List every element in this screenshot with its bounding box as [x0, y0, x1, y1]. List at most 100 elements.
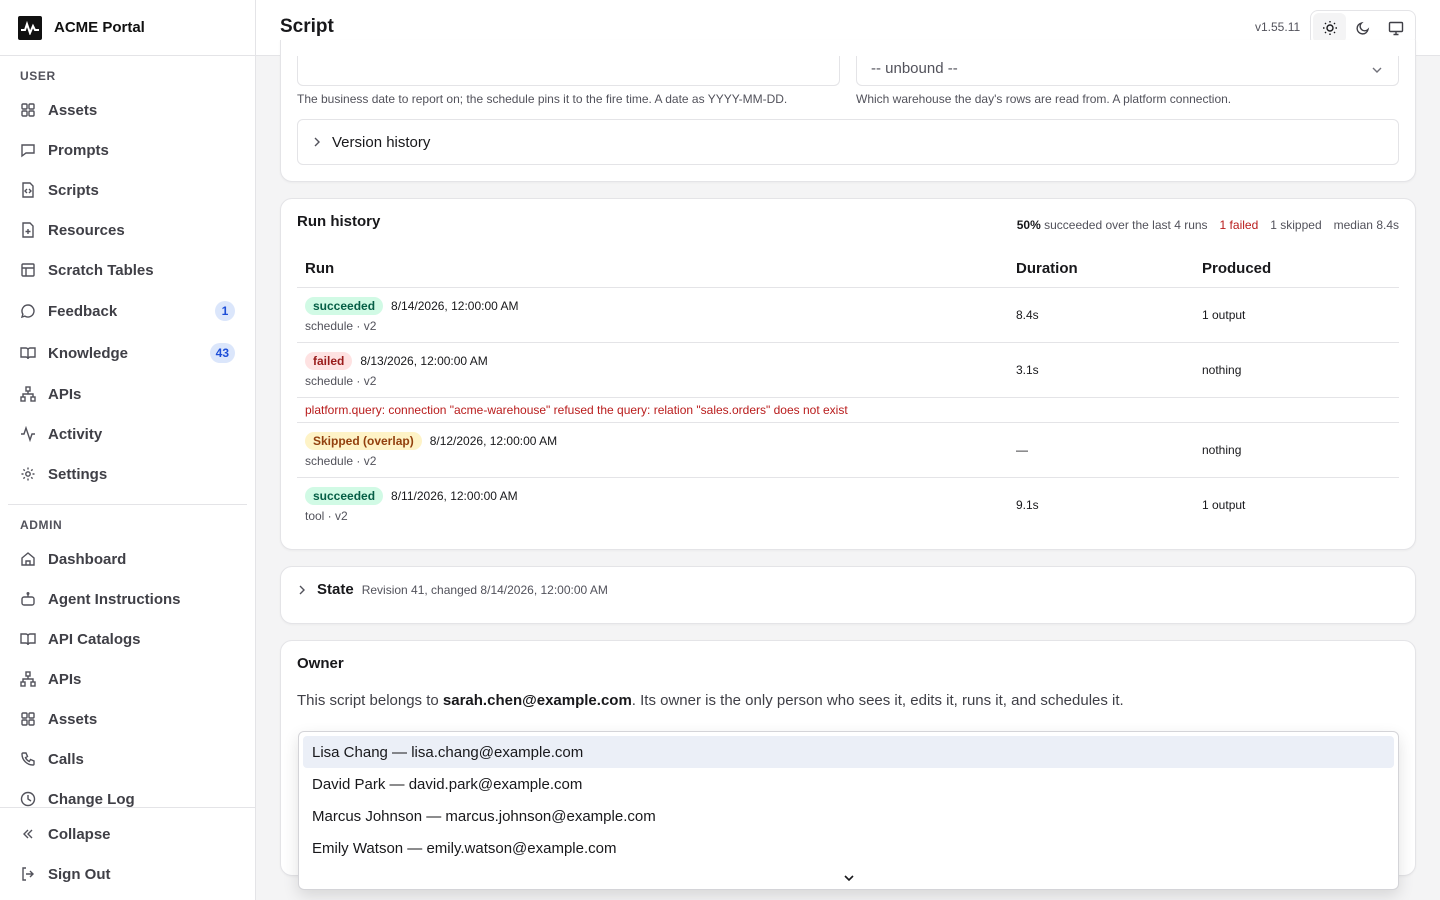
sidebar-item-admin-apis[interactable]: APIs [8, 661, 247, 697]
sidebar-item-label: Scratch Tables [48, 261, 154, 279]
network-icon [20, 671, 36, 687]
status-badge: Skipped (overlap) [305, 431, 422, 450]
scroll-down-button[interactable] [299, 871, 1398, 885]
owner-option[interactable]: Marcus Johnson — marcus.johnson@example.… [303, 800, 1394, 832]
sign-out-label: Sign Out [48, 865, 111, 883]
sidebar-item-label: Change Log [48, 790, 135, 808]
owner-desc-suffix: . Its owner is the only person who sees … [631, 692, 1124, 709]
table-row[interactable]: succeeded 8/11/2026, 12:00:00 AM tool · v… [297, 477, 1399, 532]
status-badge: succeeded [305, 296, 384, 315]
sidebar-item-activity[interactable]: Activity [8, 416, 247, 452]
home-icon [21, 552, 35, 566]
run-trigger: schedule · v2 [305, 318, 377, 333]
sidebar-item-api-catalogs[interactable]: API Catalogs [8, 621, 247, 657]
collapse-button[interactable]: Collapse [8, 816, 247, 852]
run-history-card: Run history 50% succeeded over the last … [280, 198, 1416, 550]
chevron-down-icon [843, 875, 854, 882]
sidebar-item-label: Prompts [48, 141, 109, 159]
sign-out-button[interactable]: Sign Out [8, 856, 247, 892]
chevron-right-icon [314, 137, 320, 147]
run-timestamp: 8/12/2026, 12:00:00 AM [429, 433, 558, 448]
sidebar-item-dashboard[interactable]: Dashboard [8, 541, 247, 577]
owner-option[interactable]: David Park — david.park@example.com [303, 768, 1394, 800]
sidebar-item-label: Dashboard [48, 550, 127, 568]
state-toggle[interactable]: State Revision 41, changed 8/14/2026, 12… [297, 581, 608, 598]
sidebar-item-label: Activity [48, 425, 103, 443]
sidebar-item-label: Scripts [48, 181, 99, 199]
run-history-table: Run Duration Produced succeeded 8/14/2026… [297, 251, 1399, 532]
brand[interactable]: ACME Portal [0, 0, 255, 56]
message-square-icon [21, 144, 35, 158]
warehouse-select[interactable]: -- unbound -- [856, 56, 1399, 86]
dark-theme-button[interactable] [1346, 13, 1379, 43]
collapse-label: Collapse [48, 825, 111, 843]
system-theme-button[interactable] [1380, 13, 1413, 43]
run-history-title: Run history [297, 213, 381, 230]
chevron-down-icon [1372, 67, 1382, 73]
table-row[interactable]: Skipped (overlap) 8/12/2026, 12:00:00 AM … [297, 422, 1399, 478]
warehouse-help: Which warehouse the day's rows are read … [856, 92, 1232, 106]
sidebar-item-label: API Catalogs [48, 630, 141, 648]
state-meta: Revision 41, changed 8/14/2026, 12:00:00… [361, 582, 608, 597]
owner-option[interactable]: Lisa Chang — lisa.chang@example.com [303, 736, 1394, 768]
run-trigger: tool · v2 [305, 508, 348, 523]
run-duration: 8.4s [1008, 287, 1194, 343]
owner-desc-prefix: This script belongs to [297, 692, 443, 709]
run-produced: nothing [1194, 422, 1399, 478]
sidebar-item-assets[interactable]: Assets [8, 92, 247, 128]
business-date-input[interactable] [297, 56, 840, 86]
sidebar-item-prompts[interactable]: Prompts [8, 132, 247, 168]
owner-option[interactable]: Emily Watson — emily.watson@example.com [303, 832, 1394, 864]
column-header-produced: Produced [1194, 251, 1399, 288]
gear-icon [21, 467, 35, 481]
message-circle-icon [20, 304, 35, 319]
sidebar-item-settings[interactable]: Settings [8, 456, 247, 492]
clock-icon [20, 791, 36, 807]
version-label: v1.55.11 [1255, 20, 1301, 34]
sidebar-item-feedback[interactable]: Feedback 1 [8, 293, 247, 329]
sidebar-footer: Collapse Sign Out [0, 807, 255, 900]
run-history-summary: 50% succeeded over the last 4 runs 1 fai… [1017, 218, 1399, 232]
run-trigger: schedule · v2 [305, 373, 377, 388]
user-section-label: USER [20, 69, 56, 83]
network-icon [20, 386, 36, 402]
parameters-card: -- unbound -- The business date to repor… [280, 40, 1416, 182]
sidebar-item-admin-assets[interactable]: Assets [8, 701, 247, 737]
light-theme-button[interactable] [1313, 13, 1347, 43]
error-row: platform.query: connection "acme-warehou… [297, 397, 1399, 423]
success-rate-summary: 50% succeeded over the last 4 runs [1017, 218, 1208, 232]
version-history-toggle[interactable]: Version history [297, 119, 1399, 165]
acme-logo-icon [18, 15, 42, 40]
sidebar-item-label: Assets [48, 101, 98, 119]
owner-email: sarah.chen@example.com [442, 692, 632, 709]
run-timestamp: 8/11/2026, 12:00:00 AM [391, 488, 518, 503]
business-date-help: The business date to report on; the sche… [297, 92, 788, 106]
table-row[interactable]: failed 8/13/2026, 12:00:00 AM schedule · … [297, 342, 1399, 398]
sun-icon [1322, 21, 1337, 35]
grid-icon [21, 712, 35, 726]
sidebar-item-apis[interactable]: APIs [8, 376, 247, 412]
chevrons-left-icon [23, 829, 33, 839]
sidebar-item-calls[interactable]: Calls [8, 741, 247, 777]
bot-icon [21, 592, 35, 606]
sidebar-item-scratch-tables[interactable]: Scratch Tables [8, 252, 247, 288]
run-duration: 9.1s [1016, 497, 1039, 512]
success-rate: 50% [1016, 218, 1041, 232]
admin-section-label: ADMIN [20, 518, 63, 532]
sidebar-item-label: APIs [48, 385, 82, 403]
sidebar-item-label: Resources [48, 221, 125, 239]
owner-title: Owner [297, 655, 344, 672]
moon-icon [1356, 21, 1370, 35]
book-open-icon [20, 633, 36, 646]
book-open-icon [20, 347, 36, 360]
table-row[interactable]: succeeded 8/14/2026, 12:00:00 AM schedule… [297, 287, 1399, 343]
column-header-duration: Duration [1008, 251, 1194, 288]
sidebar-item-agent-instructions[interactable]: Agent Instructions [8, 581, 247, 617]
run-produced: nothing [1194, 342, 1399, 398]
sidebar-item-resources[interactable]: Resources [8, 212, 247, 248]
sidebar-item-knowledge[interactable]: Knowledge 43 [8, 335, 247, 371]
column-header-run: Run [297, 251, 1008, 288]
run-timestamp: 8/14/2026, 12:00:00 AM [391, 298, 519, 313]
activity-icon [21, 426, 35, 442]
sidebar-item-scripts[interactable]: Scripts [8, 172, 247, 208]
